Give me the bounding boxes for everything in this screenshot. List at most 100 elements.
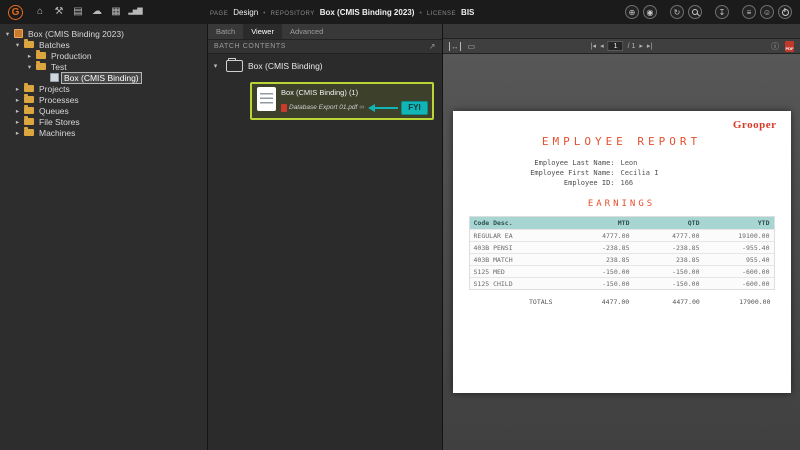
- tools-icon[interactable]: ⚒: [51, 4, 67, 20]
- link-infinity-icon: ∞: [359, 104, 364, 111]
- earnings-section-title: EARNINGS: [467, 199, 777, 209]
- table-row: 403B MATCH 238.85 238.85 955.40: [470, 253, 774, 265]
- tree-item-production[interactable]: ▸ Production: [0, 50, 207, 61]
- batch-root-folder[interactable]: ▾ Box (CMIS Binding): [212, 60, 438, 72]
- employee-fields: Employee Last Name: Leon Employee First …: [467, 159, 777, 187]
- caret-expanded-icon[interactable]: ▾: [14, 41, 21, 49]
- tree-item-projects[interactable]: ▸ Projects: [0, 83, 207, 94]
- document-viewer-panel: ↔ ▭ |◂ ◂ / 1 ▸ ▸| ⓘ PDF Groope: [443, 24, 800, 450]
- cell: 238.85: [630, 256, 700, 264]
- totals-row: TOTALS 4477.00 4477.00 17900.00: [469, 298, 775, 306]
- license-label: LICENSE: [427, 11, 456, 17]
- add-icon[interactable]: ⊕: [625, 5, 639, 19]
- cell: -238.85: [560, 244, 630, 252]
- field-value: Cecilia I: [621, 169, 659, 177]
- field-row: Employee First Name: Cecilia I: [467, 169, 777, 177]
- totals-label: TOTALS: [473, 298, 559, 306]
- top-bar: G ⌂ ⚒ ▤ ☁ ▦ ▂▅▇ PAGE Design • REPOSITORY…: [0, 0, 800, 24]
- tree-item-processes[interactable]: ▸ Processes: [0, 94, 207, 105]
- caret-collapsed-icon[interactable]: ▸: [14, 107, 21, 115]
- tree-item-label: File Stores: [37, 117, 82, 127]
- previous-page-icon[interactable]: ◂: [600, 42, 604, 50]
- tree-item-box-cmis-binding[interactable]: Box (CMIS Binding): [0, 72, 207, 83]
- open-new-window-icon[interactable]: ↗: [429, 42, 436, 51]
- document-page[interactable]: Grooper EMPLOYEE REPORT Employee Last Na…: [453, 111, 791, 393]
- cell: REGULAR EA: [474, 232, 560, 240]
- tree-item-queues[interactable]: ▸ Queues: [0, 105, 207, 116]
- magnifier-glyph: [692, 9, 698, 15]
- tree-item-repository-root[interactable]: ▾ Box (CMIS Binding 2023): [0, 28, 207, 39]
- home-icon[interactable]: ⌂: [32, 4, 48, 20]
- cell: -955.40: [700, 244, 770, 252]
- chart-icon[interactable]: ▂▅▇: [127, 4, 143, 20]
- cell: -150.00: [630, 280, 700, 288]
- last-page-icon[interactable]: ▸|: [647, 42, 652, 50]
- page-value[interactable]: Design: [233, 8, 258, 17]
- caret-collapsed-icon[interactable]: ▸: [26, 52, 33, 60]
- user-icon[interactable]: ☺: [760, 5, 774, 19]
- folder-icon: [226, 60, 243, 72]
- earnings-table-header: Code Desc. MTD QTD YTD: [470, 217, 774, 229]
- grid-icon[interactable]: ▦: [108, 4, 124, 20]
- next-page-icon[interactable]: ▸: [639, 42, 643, 50]
- folder-icon: [24, 85, 34, 92]
- viewer-right-group: ⓘ PDF: [771, 41, 794, 52]
- caret-expanded-icon[interactable]: ▾: [212, 62, 219, 70]
- caret-collapsed-icon[interactable]: ▸: [14, 129, 21, 137]
- batch-item-file-row[interactable]: Database Export 01.pdf ∞ FYI: [281, 101, 427, 115]
- first-page-icon[interactable]: |◂: [591, 42, 596, 50]
- col-header: MTD: [560, 219, 630, 227]
- download-icon[interactable]: ↧: [715, 5, 729, 19]
- batch-document-item[interactable]: Box (CMIS Binding) (1) Database Export 0…: [250, 82, 434, 120]
- folder-icon: [36, 52, 46, 59]
- info-icon[interactable]: ⓘ: [771, 41, 779, 52]
- panel-tabs: Batch Viewer Advanced: [208, 24, 442, 39]
- field-label: Employee Last Name:: [467, 159, 615, 167]
- tab-batch[interactable]: Batch: [208, 24, 243, 39]
- folder-icon: [24, 107, 34, 114]
- field-label: Employee ID:: [467, 179, 615, 187]
- tab-viewer[interactable]: Viewer: [243, 24, 282, 39]
- caret-expanded-icon[interactable]: ▾: [4, 30, 11, 38]
- cell: 238.85: [560, 256, 630, 264]
- app-window: G ⌂ ⚒ ▤ ☁ ▦ ▂▅▇ PAGE Design • REPOSITORY…: [0, 0, 800, 450]
- search-icon[interactable]: [688, 5, 702, 19]
- caret-expanded-icon[interactable]: ▾: [26, 63, 33, 71]
- tree-item-label: Batches: [37, 40, 72, 50]
- document-title: EMPLOYEE REPORT: [467, 135, 777, 148]
- fit-page-icon[interactable]: ▭: [468, 42, 476, 51]
- tree-item-batches[interactable]: ▾ Batches: [0, 39, 207, 50]
- tree-item-machines[interactable]: ▸ Machines: [0, 127, 207, 138]
- power-icon[interactable]: [778, 5, 792, 19]
- caret-collapsed-icon[interactable]: ▸: [14, 85, 21, 93]
- batch-panel: Batch Viewer Advanced BATCH CONTENTS ↗ ▾…: [208, 24, 443, 450]
- col-header: YTD: [700, 219, 770, 227]
- document-brand-logo: Grooper: [467, 119, 777, 131]
- caret-collapsed-icon[interactable]: ▸: [14, 118, 21, 126]
- repository-value[interactable]: Box (CMIS Binding 2023): [320, 8, 415, 17]
- field-row: Employee ID: 166: [467, 179, 777, 187]
- caret-collapsed-icon[interactable]: ▸: [14, 96, 21, 104]
- record-icon[interactable]: ◉: [643, 5, 657, 19]
- tab-advanced[interactable]: Advanced: [282, 24, 331, 39]
- earnings-table: Code Desc. MTD QTD YTD REGULAR EA 4777.0…: [469, 216, 775, 290]
- field-label: Employee First Name:: [467, 169, 615, 177]
- tree-item-test[interactable]: ▾ Test: [0, 61, 207, 72]
- batch-contents-tree: ▾ Box (CMIS Binding) Box (CMIS Binding) …: [208, 54, 442, 450]
- tree-item-file-stores[interactable]: ▸ File Stores: [0, 116, 207, 127]
- batches-icon[interactable]: ▤: [70, 4, 86, 20]
- tree-item-label-selected: Box (CMIS Binding): [62, 73, 141, 83]
- folder-icon: [24, 41, 34, 48]
- cell: 19100.00: [700, 232, 770, 240]
- tree-item-label: Test: [49, 62, 69, 72]
- pdf-view-icon[interactable]: PDF: [785, 41, 794, 52]
- fit-width-icon[interactable]: ↔: [449, 42, 461, 51]
- cloud-icon[interactable]: ☁: [89, 4, 105, 20]
- batch-root-label: Box (CMIS Binding): [248, 61, 323, 71]
- stack-icon[interactable]: ≡: [742, 5, 756, 19]
- page-number-input[interactable]: [608, 41, 624, 51]
- refresh-icon[interactable]: ↻: [670, 5, 684, 19]
- table-row: REGULAR EA 4777.00 4777.00 19100.00: [470, 229, 774, 241]
- separator-dot: •: [263, 10, 265, 17]
- tree-item-label: Machines: [37, 128, 77, 138]
